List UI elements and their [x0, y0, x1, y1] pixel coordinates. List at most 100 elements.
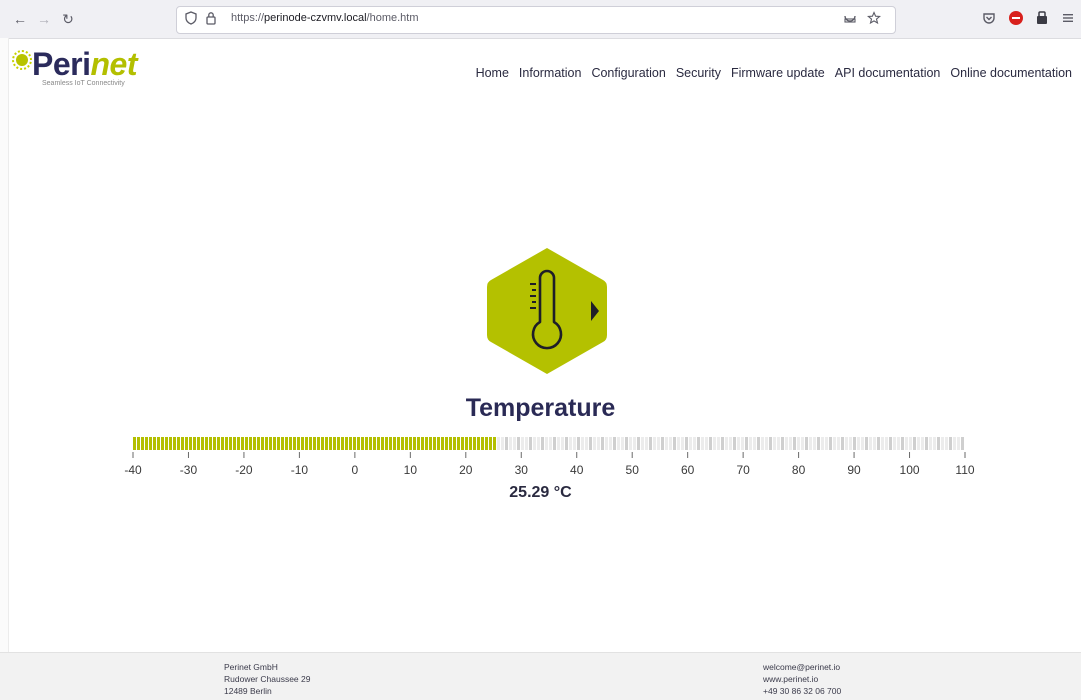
extension-icon[interactable]	[1034, 10, 1050, 26]
footer-address: Perinet GmbH Rudower Chaussee 29 12489 B…	[224, 661, 310, 697]
gauge-segment-filled	[493, 437, 496, 450]
gauge-segment-filled	[481, 437, 484, 450]
gauge-segment-filled	[233, 437, 236, 450]
gauge-segment-filled	[457, 437, 460, 450]
hexagon-shape	[487, 248, 607, 374]
gauge-segment-filled	[213, 437, 216, 450]
reload-icon[interactable]: ↻	[58, 9, 78, 29]
gauge-segment-empty	[653, 437, 656, 450]
gauge-segment-filled	[245, 437, 248, 450]
gauge-segment-empty	[665, 437, 668, 450]
gauge-segment-filled	[289, 437, 292, 450]
nav-home[interactable]: Home	[471, 66, 514, 80]
gauge-segment-filled	[249, 437, 252, 450]
gauge-segment-empty	[573, 437, 576, 450]
gauge-segment-empty	[861, 437, 864, 450]
nav-firmware-update[interactable]: Firmware update	[726, 66, 830, 80]
gauge-segment-empty	[785, 437, 788, 450]
gauge-segment-filled	[321, 437, 324, 450]
gauge-segment-empty	[945, 437, 948, 450]
gauge-segment-filled	[413, 437, 416, 450]
gauge-segment-filled	[241, 437, 244, 450]
nav-api-documentation[interactable]: API documentation	[830, 66, 946, 80]
gauge-segment-empty	[577, 437, 580, 450]
gauge-segment-empty	[673, 437, 676, 450]
gauge-segment-filled	[349, 437, 352, 450]
gauge-segment-filled	[205, 437, 208, 450]
logo-tagline: Seamless IoT Connectivity	[42, 80, 125, 87]
gauge-segment-empty	[833, 437, 836, 450]
pocket-icon[interactable]	[981, 10, 997, 26]
perinet-logo[interactable]: Perinet Seamless IoT Connectivity	[12, 44, 172, 96]
gauge-segment-empty	[789, 437, 792, 450]
gauge-segment-empty	[669, 437, 672, 450]
gauge-segment-empty	[825, 437, 828, 450]
gauge-segment-filled	[405, 437, 408, 450]
bookmark-star-icon[interactable]	[867, 11, 881, 30]
gauge-segment-empty	[537, 437, 540, 450]
address-bar[interactable]: https://perinode-czvmv.local/home.htm	[176, 6, 896, 34]
gauge-segment-empty	[913, 437, 916, 450]
gauge-segment-empty	[889, 437, 892, 450]
gauge-segment-empty	[809, 437, 812, 450]
gauge-segment-empty	[513, 437, 516, 450]
gauge-segment-filled	[253, 437, 256, 450]
gauge-segment-empty	[697, 437, 700, 450]
gauge-scale: -40 -30 -20 -10 0 10 20 30 40 50 60 70 80 90 100 110	[124, 452, 975, 477]
scale-tick-label: 110	[955, 463, 974, 477]
nav-online-documentation[interactable]: Online documentation	[945, 66, 1077, 80]
gauge-segment-filled	[365, 437, 368, 450]
temperature-gauge	[133, 437, 964, 450]
gauge-segment-empty	[541, 437, 544, 450]
nav-configuration[interactable]: Configuration	[586, 66, 670, 80]
gauge-segment-empty	[549, 437, 552, 450]
gauge-segment-filled	[181, 437, 184, 450]
gauge-segment-empty	[853, 437, 856, 450]
gauge-segment-empty	[613, 437, 616, 450]
gauge-segment-empty	[637, 437, 640, 450]
gauge-segment-empty	[629, 437, 632, 450]
back-icon[interactable]: ←	[10, 9, 30, 29]
gauge-segment-empty	[925, 437, 928, 450]
gauge-segment-empty	[933, 437, 936, 450]
gauge-segment-filled	[273, 437, 276, 450]
nav-security[interactable]: Security	[671, 66, 726, 80]
gauge-segment-empty	[581, 437, 584, 450]
ublock-icon[interactable]	[1008, 10, 1024, 26]
reader-view-icon[interactable]	[843, 11, 857, 30]
footer-email[interactable]: welcome@perinet.io	[763, 661, 841, 673]
gauge-segment-filled	[141, 437, 144, 450]
gauge-segment-empty	[905, 437, 908, 450]
gauge-segment-empty	[649, 437, 652, 450]
scale-tick-label: -20	[235, 463, 253, 477]
gauge-segment-empty	[645, 437, 648, 450]
gauge-segment-filled	[473, 437, 476, 450]
sensor-hexagon[interactable]	[487, 246, 607, 376]
gauge-segment-filled	[409, 437, 412, 450]
gauge-segment-filled	[229, 437, 232, 450]
scale-tick-label: 60	[681, 463, 695, 477]
gauge-segment-empty	[605, 437, 608, 450]
gauge-segment-filled	[301, 437, 304, 450]
lock-icon[interactable]	[205, 11, 217, 30]
gauge-segment-empty	[837, 437, 840, 450]
logo-wordmark: Perinet	[32, 46, 137, 82]
gauge-segment-empty	[501, 437, 504, 450]
forward-icon[interactable]: →	[34, 9, 54, 29]
menu-icon[interactable]	[1060, 10, 1076, 26]
gauge-segment-empty	[565, 437, 568, 450]
shield-icon[interactable]	[185, 11, 197, 30]
main-nav: Home Information Configuration Security …	[471, 66, 1077, 80]
scale-tick-label: -10	[291, 463, 309, 477]
gauge-segment-filled	[217, 437, 220, 450]
sensor-title: Temperature	[465, 394, 616, 422]
nav-information[interactable]: Information	[514, 66, 587, 80]
gauge-segment-empty	[877, 437, 880, 450]
scale-tick-label: 70	[736, 463, 750, 477]
gauge-segment-filled	[393, 437, 396, 450]
gauge-segment-empty	[661, 437, 664, 450]
footer-website[interactable]: www.perinet.io	[763, 673, 841, 685]
gauge-segment-filled	[261, 437, 264, 450]
gauge-segment-empty	[625, 437, 628, 450]
gauge-segment-empty	[701, 437, 704, 450]
